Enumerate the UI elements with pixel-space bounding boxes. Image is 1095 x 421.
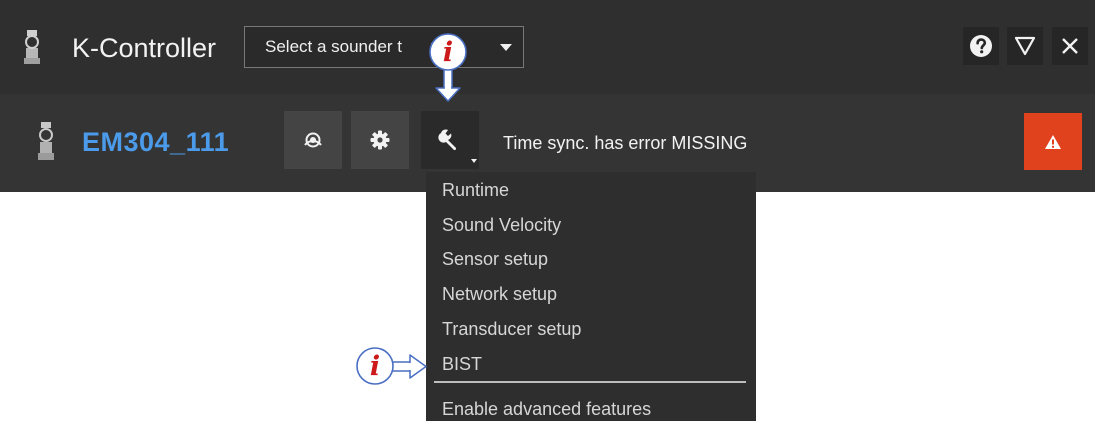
- info-callout-bist-text: i: [370, 351, 380, 382]
- info-callout-top-text: i: [443, 37, 453, 68]
- info-callout-bist: i: [356, 347, 394, 385]
- info-callout-overlay: [391, 67, 461, 379]
- down-arrow-icon: [435, 67, 461, 102]
- right-arrow-icon: [391, 354, 427, 379]
- info-callout-top: i: [429, 33, 467, 71]
